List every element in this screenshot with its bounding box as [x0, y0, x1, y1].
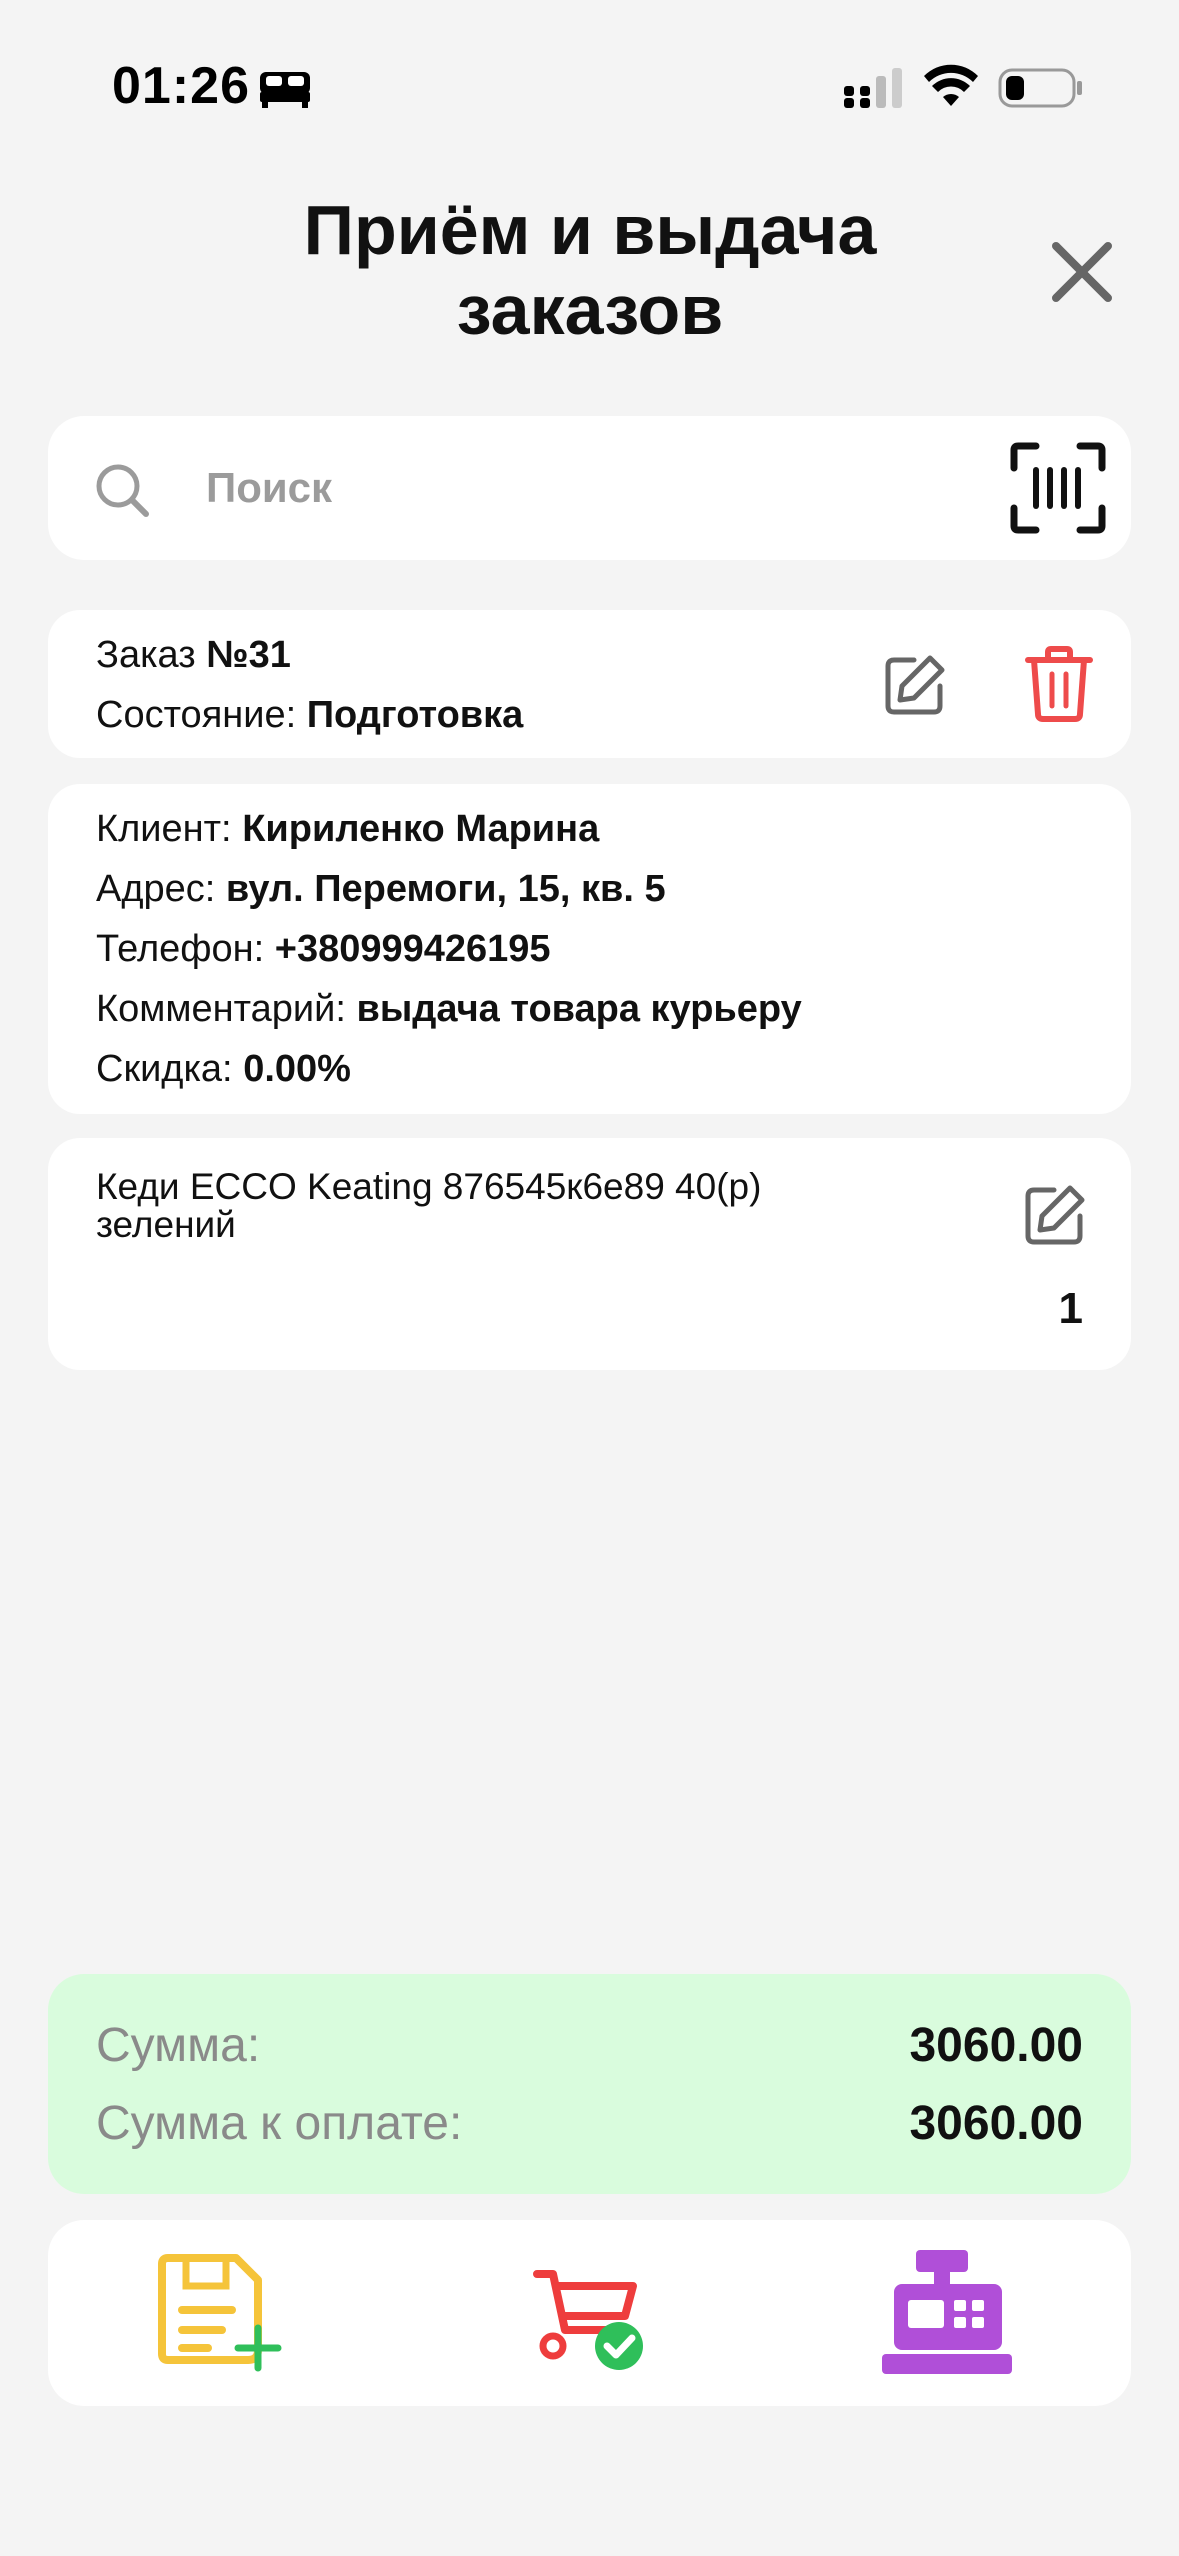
trash-icon — [1025, 646, 1093, 722]
edit-icon — [1025, 1185, 1085, 1245]
client-phone-label: Телефон: — [96, 928, 265, 970]
client-address-line: Адрес: вул. Перемоги, 15, кв. 5 — [96, 868, 666, 911]
client-address-label: Адрес: — [96, 868, 216, 910]
cart-check-button[interactable] — [533, 2250, 663, 2376]
cash-register-button[interactable] — [882, 2250, 1012, 2376]
client-phone-line: Телефон: +380999426195 — [96, 928, 551, 971]
wifi-icon — [924, 64, 978, 106]
status-bar: 01:26 — [0, 0, 1179, 150]
status-time: 01:26 — [112, 57, 250, 115]
battery-icon — [998, 68, 1082, 108]
sum-label: Сумма: — [96, 2019, 261, 2072]
item-name: Кеди ECCO Keating 876545к6е89 40(р) зеле… — [96, 1166, 762, 1245]
order-state-label: Состояние: — [96, 694, 297, 736]
action-bar — [48, 2220, 1131, 2406]
client-address: вул. Перемоги, 15, кв. 5 — [225, 868, 666, 910]
item-quantity: 1 — [1058, 1284, 1083, 1333]
list-item[interactable]: Кеди ECCO Keating 876545к6е89 40(р) зеле… — [48, 1138, 1131, 1370]
order-state-line: Состояние: Подготовка — [96, 694, 523, 737]
client-discount-line: Скидка: 0.00% — [96, 1048, 351, 1091]
order-card: Заказ №31 Состояние: Подготовка — [48, 610, 1131, 758]
search-input[interactable] — [206, 446, 1006, 530]
client-comment: выдача товара курьеру — [356, 988, 802, 1030]
order-screen: 01:26 Приём и выдача заказов Поиск Заказ… — [0, 0, 1179, 2556]
new-document-icon — [158, 2254, 282, 2372]
delete-order-button[interactable] — [1024, 646, 1094, 722]
totals-panel: Сумма: 3060.00 Сумма к оплате: 3060.00 — [48, 1974, 1131, 2194]
edit-item-button[interactable] — [1024, 1182, 1088, 1246]
bed-icon — [260, 72, 310, 108]
to-pay-value: 3060.00 — [909, 2097, 1083, 2150]
order-number: №31 — [206, 634, 291, 676]
edit-icon — [885, 655, 945, 715]
signal-icon — [844, 68, 902, 108]
barcode-scan-icon — [1010, 442, 1106, 534]
client-name-label: Клиент: — [96, 808, 232, 850]
client-comment-label: Комментарий: — [96, 988, 346, 1030]
page-title: Приём и выдача заказов — [303, 191, 877, 349]
to-pay-label: Сумма к оплате: — [96, 2097, 463, 2150]
client-card: Клиент: Кириленко Марина Адрес: вул. Пер… — [48, 784, 1131, 1114]
barcode-scan-button[interactable] — [1010, 442, 1106, 534]
order-number-line: Заказ №31 — [96, 634, 291, 677]
client-name: Кириленко Марина — [242, 808, 600, 850]
edit-order-button[interactable] — [884, 652, 948, 716]
search-icon — [96, 464, 149, 517]
close-button[interactable] — [1046, 236, 1118, 308]
search-bar — [48, 416, 1131, 560]
cash-register-icon — [882, 2250, 1012, 2374]
cart-check-icon — [533, 2270, 643, 2370]
client-discount-label: Скидка: — [96, 1048, 233, 1090]
order-number-label: Заказ — [96, 634, 196, 676]
order-state: Подготовка — [306, 694, 524, 736]
client-name-line: Клиент: Кириленко Марина — [96, 808, 599, 851]
client-comment-line: Комментарий: выдача товара курьеру — [96, 988, 802, 1031]
sum-value: 3060.00 — [909, 2019, 1083, 2072]
new-document-button[interactable] — [158, 2250, 288, 2376]
client-discount: 0.00% — [243, 1048, 351, 1090]
close-icon — [1052, 242, 1112, 302]
client-phone: +380999426195 — [274, 928, 551, 970]
